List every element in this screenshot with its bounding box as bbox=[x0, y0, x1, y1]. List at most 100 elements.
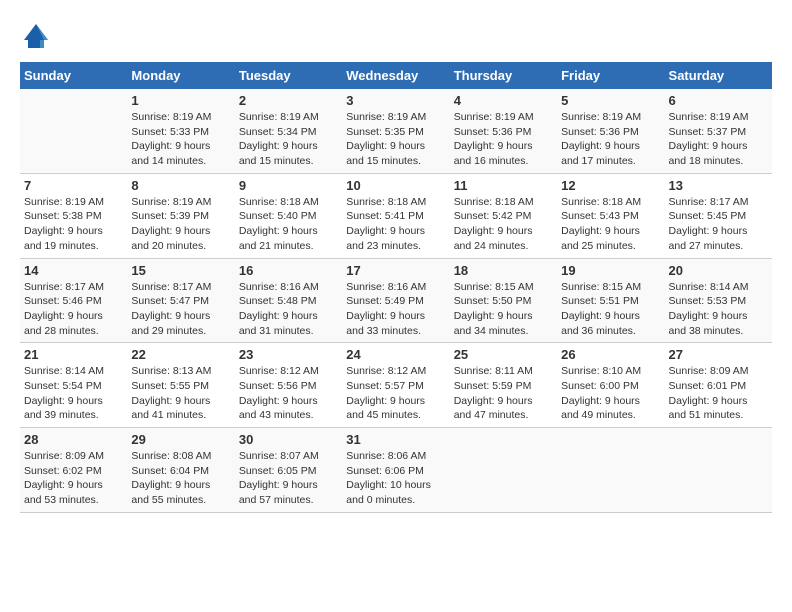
calendar-cell: 15 Sunrise: 8:17 AM Sunset: 5:47 PM Dayli… bbox=[127, 258, 234, 343]
calendar-week-row: 7 Sunrise: 8:19 AM Sunset: 5:38 PM Daylig… bbox=[20, 173, 772, 258]
day-number: 18 bbox=[454, 263, 553, 278]
day-number: 12 bbox=[561, 178, 660, 193]
calendar-cell: 11 Sunrise: 8:18 AM Sunset: 5:42 PM Dayli… bbox=[450, 173, 557, 258]
day-info: Sunrise: 8:16 AM Sunset: 5:48 PM Dayligh… bbox=[239, 280, 338, 339]
day-number: 10 bbox=[346, 178, 445, 193]
calendar-cell: 9 Sunrise: 8:18 AM Sunset: 5:40 PM Daylig… bbox=[235, 173, 342, 258]
day-number: 3 bbox=[346, 93, 445, 108]
calendar-cell: 13Sunrise: 8:17 AM Sunset: 5:45 PM Dayli… bbox=[665, 173, 772, 258]
calendar-cell: 4 Sunrise: 8:19 AM Sunset: 5:36 PM Daylig… bbox=[450, 89, 557, 173]
header-row: SundayMondayTuesdayWednesdayThursdayFrid… bbox=[20, 62, 772, 89]
day-info: Sunrise: 8:09 AM Sunset: 6:02 PM Dayligh… bbox=[24, 449, 123, 508]
day-number: 14 bbox=[24, 263, 123, 278]
calendar-table: SundayMondayTuesdayWednesdayThursdayFrid… bbox=[20, 62, 772, 513]
day-info: Sunrise: 8:17 AM Sunset: 5:47 PM Dayligh… bbox=[131, 280, 230, 339]
calendar-cell: 6Sunrise: 8:19 AM Sunset: 5:37 PM Daylig… bbox=[665, 89, 772, 173]
calendar-cell: 26 Sunrise: 8:10 AM Sunset: 6:00 PM Dayli… bbox=[557, 343, 664, 428]
day-info: Sunrise: 8:19 AM Sunset: 5:39 PM Dayligh… bbox=[131, 195, 230, 254]
weekday-header: Wednesday bbox=[342, 62, 449, 89]
day-info: Sunrise: 8:06 AM Sunset: 6:06 PM Dayligh… bbox=[346, 449, 445, 508]
calendar-cell: 21 Sunrise: 8:14 AM Sunset: 5:54 PM Dayli… bbox=[20, 343, 127, 428]
day-info: Sunrise: 8:10 AM Sunset: 6:00 PM Dayligh… bbox=[561, 364, 660, 423]
day-info: Sunrise: 8:18 AM Sunset: 5:41 PM Dayligh… bbox=[346, 195, 445, 254]
day-number: 28 bbox=[24, 432, 123, 447]
day-number: 7 bbox=[24, 178, 123, 193]
day-number: 15 bbox=[131, 263, 230, 278]
day-number: 23 bbox=[239, 347, 338, 362]
day-info: Sunrise: 8:07 AM Sunset: 6:05 PM Dayligh… bbox=[239, 449, 338, 508]
day-number: 21 bbox=[24, 347, 123, 362]
calendar-header: SundayMondayTuesdayWednesdayThursdayFrid… bbox=[20, 62, 772, 89]
weekday-header: Saturday bbox=[665, 62, 772, 89]
day-number: 30 bbox=[239, 432, 338, 447]
day-info: Sunrise: 8:14 AM Sunset: 5:53 PM Dayligh… bbox=[669, 280, 768, 339]
calendar-cell: 23 Sunrise: 8:12 AM Sunset: 5:56 PM Dayli… bbox=[235, 343, 342, 428]
day-info: Sunrise: 8:11 AM Sunset: 5:59 PM Dayligh… bbox=[454, 364, 553, 423]
calendar-week-row: 14 Sunrise: 8:17 AM Sunset: 5:46 PM Dayli… bbox=[20, 258, 772, 343]
day-info: Sunrise: 8:12 AM Sunset: 5:56 PM Dayligh… bbox=[239, 364, 338, 423]
calendar-cell: 8 Sunrise: 8:19 AM Sunset: 5:39 PM Daylig… bbox=[127, 173, 234, 258]
calendar-cell bbox=[450, 428, 557, 513]
calendar-cell: 12 Sunrise: 8:18 AM Sunset: 5:43 PM Dayli… bbox=[557, 173, 664, 258]
day-number: 26 bbox=[561, 347, 660, 362]
day-number: 9 bbox=[239, 178, 338, 193]
day-number: 17 bbox=[346, 263, 445, 278]
weekday-header: Monday bbox=[127, 62, 234, 89]
calendar-cell: 7 Sunrise: 8:19 AM Sunset: 5:38 PM Daylig… bbox=[20, 173, 127, 258]
day-number: 19 bbox=[561, 263, 660, 278]
calendar-body: 1 Sunrise: 8:19 AM Sunset: 5:33 PM Daylig… bbox=[20, 89, 772, 512]
day-number: 20 bbox=[669, 263, 768, 278]
day-info: Sunrise: 8:17 AM Sunset: 5:46 PM Dayligh… bbox=[24, 280, 123, 339]
calendar-cell: 2 Sunrise: 8:19 AM Sunset: 5:34 PM Daylig… bbox=[235, 89, 342, 173]
calendar-week-row: 28 Sunrise: 8:09 AM Sunset: 6:02 PM Dayli… bbox=[20, 428, 772, 513]
calendar-cell bbox=[20, 89, 127, 173]
day-number: 4 bbox=[454, 93, 553, 108]
day-info: Sunrise: 8:18 AM Sunset: 5:42 PM Dayligh… bbox=[454, 195, 553, 254]
day-info: Sunrise: 8:19 AM Sunset: 5:34 PM Dayligh… bbox=[239, 110, 338, 169]
day-info: Sunrise: 8:19 AM Sunset: 5:35 PM Dayligh… bbox=[346, 110, 445, 169]
day-info: Sunrise: 8:18 AM Sunset: 5:43 PM Dayligh… bbox=[561, 195, 660, 254]
day-number: 24 bbox=[346, 347, 445, 362]
calendar-cell: 28 Sunrise: 8:09 AM Sunset: 6:02 PM Dayli… bbox=[20, 428, 127, 513]
calendar-cell: 25 Sunrise: 8:11 AM Sunset: 5:59 PM Dayli… bbox=[450, 343, 557, 428]
day-number: 31 bbox=[346, 432, 445, 447]
calendar-cell: 18Sunrise: 8:15 AM Sunset: 5:50 PM Dayli… bbox=[450, 258, 557, 343]
day-info: Sunrise: 8:16 AM Sunset: 5:49 PM Dayligh… bbox=[346, 280, 445, 339]
page-header bbox=[20, 20, 772, 52]
calendar-week-row: 1 Sunrise: 8:19 AM Sunset: 5:33 PM Daylig… bbox=[20, 89, 772, 173]
day-number: 29 bbox=[131, 432, 230, 447]
calendar-week-row: 21 Sunrise: 8:14 AM Sunset: 5:54 PM Dayli… bbox=[20, 343, 772, 428]
day-info: Sunrise: 8:15 AM Sunset: 5:51 PM Dayligh… bbox=[561, 280, 660, 339]
weekday-header: Tuesday bbox=[235, 62, 342, 89]
day-number: 11 bbox=[454, 178, 553, 193]
day-number: 27 bbox=[669, 347, 768, 362]
calendar-cell: 29 Sunrise: 8:08 AM Sunset: 6:04 PM Dayli… bbox=[127, 428, 234, 513]
day-info: Sunrise: 8:13 AM Sunset: 5:55 PM Dayligh… bbox=[131, 364, 230, 423]
day-info: Sunrise: 8:18 AM Sunset: 5:40 PM Dayligh… bbox=[239, 195, 338, 254]
day-number: 1 bbox=[131, 93, 230, 108]
calendar-cell: 10 Sunrise: 8:18 AM Sunset: 5:41 PM Dayli… bbox=[342, 173, 449, 258]
day-info: Sunrise: 8:19 AM Sunset: 5:36 PM Dayligh… bbox=[454, 110, 553, 169]
day-number: 8 bbox=[131, 178, 230, 193]
day-info: Sunrise: 8:14 AM Sunset: 5:54 PM Dayligh… bbox=[24, 364, 123, 423]
day-info: Sunrise: 8:19 AM Sunset: 5:38 PM Dayligh… bbox=[24, 195, 123, 254]
day-number: 22 bbox=[131, 347, 230, 362]
calendar-cell: 16 Sunrise: 8:16 AM Sunset: 5:48 PM Dayli… bbox=[235, 258, 342, 343]
day-info: Sunrise: 8:12 AM Sunset: 5:57 PM Dayligh… bbox=[346, 364, 445, 423]
day-number: 2 bbox=[239, 93, 338, 108]
calendar-cell: 30 Sunrise: 8:07 AM Sunset: 6:05 PM Dayli… bbox=[235, 428, 342, 513]
day-number: 16 bbox=[239, 263, 338, 278]
day-info: Sunrise: 8:19 AM Sunset: 5:36 PM Dayligh… bbox=[561, 110, 660, 169]
calendar-cell bbox=[557, 428, 664, 513]
day-number: 6 bbox=[669, 93, 768, 108]
day-info: Sunrise: 8:19 AM Sunset: 5:33 PM Dayligh… bbox=[131, 110, 230, 169]
calendar-cell: 31 Sunrise: 8:06 AM Sunset: 6:06 PM Dayli… bbox=[342, 428, 449, 513]
weekday-header: Friday bbox=[557, 62, 664, 89]
weekday-header: Sunday bbox=[20, 62, 127, 89]
calendar-cell: 5Sunrise: 8:19 AM Sunset: 5:36 PM Daylig… bbox=[557, 89, 664, 173]
day-info: Sunrise: 8:08 AM Sunset: 6:04 PM Dayligh… bbox=[131, 449, 230, 508]
day-number: 25 bbox=[454, 347, 553, 362]
calendar-cell: 14 Sunrise: 8:17 AM Sunset: 5:46 PM Dayli… bbox=[20, 258, 127, 343]
calendar-cell: 3 Sunrise: 8:19 AM Sunset: 5:35 PM Daylig… bbox=[342, 89, 449, 173]
calendar-cell: 20 Sunrise: 8:14 AM Sunset: 5:53 PM Dayli… bbox=[665, 258, 772, 343]
